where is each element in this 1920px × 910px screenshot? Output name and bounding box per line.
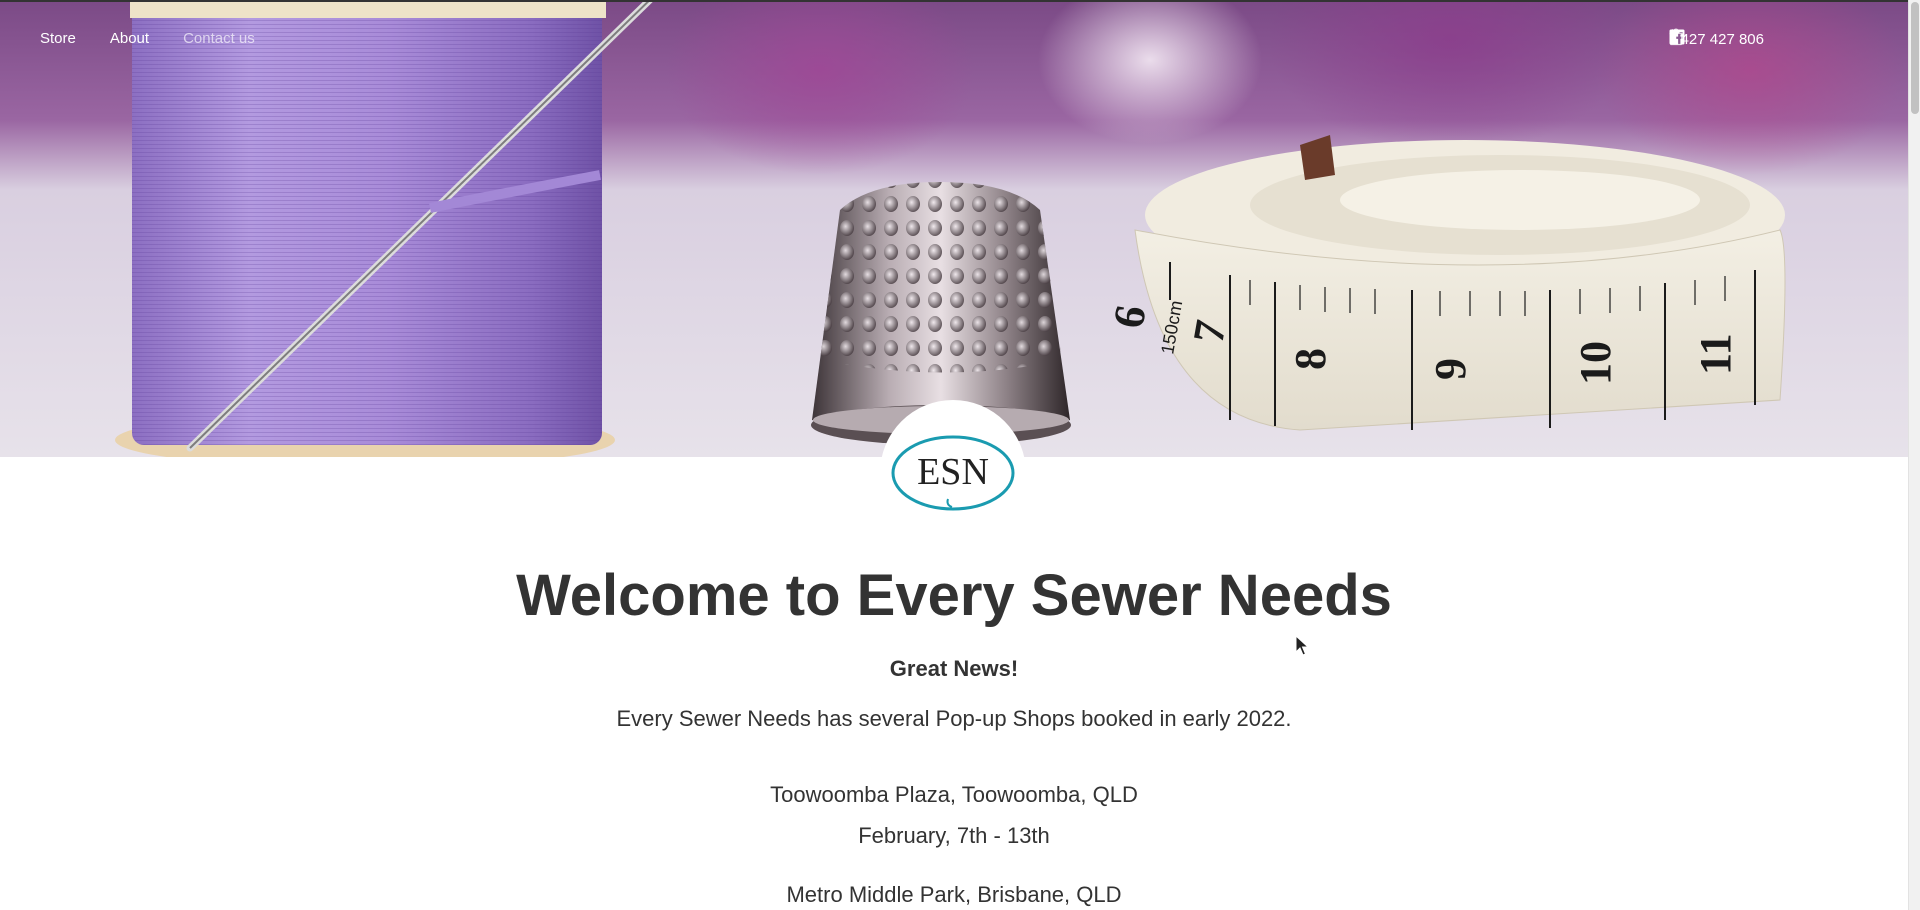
tape-number: 6 bbox=[1104, 302, 1156, 332]
nav-link-about[interactable]: About bbox=[110, 30, 149, 47]
tape-number: 8 bbox=[1286, 348, 1335, 370]
event-item: Toowoomba Plaza, Toowoomba, QLD February… bbox=[0, 774, 1908, 856]
facebook-icon[interactable] bbox=[1669, 28, 1836, 50]
event-location: Metro Middle Park, Brisbane, QLD bbox=[786, 882, 1122, 907]
great-news-heading: Great News! bbox=[889, 656, 1019, 681]
hero-banner: 6 7 8 9 10 11 150cm Store About Contact … bbox=[0, 0, 1908, 457]
nav-link-contact[interactable]: Contact us bbox=[183, 30, 255, 47]
nav-actions: 0427 427 806 bbox=[1668, 28, 1872, 50]
top-nav: Store About Contact us 0427 427 806 bbox=[0, 0, 1908, 80]
site-logo[interactable]: ESN bbox=[880, 400, 1026, 546]
tape-number: 9 bbox=[1426, 358, 1475, 380]
event-dates: February, 7th - 13th bbox=[858, 823, 1050, 848]
esn-logo-mark: ESN bbox=[891, 435, 1015, 511]
scrollbar-thumb[interactable] bbox=[1911, 2, 1919, 114]
main-content: Welcome to Every Sewer Needs Great News!… bbox=[0, 560, 1908, 910]
page-scrollbar[interactable] bbox=[1908, 0, 1920, 910]
page: 6 7 8 9 10 11 150cm Store About Contact … bbox=[0, 0, 1908, 910]
nav-link-store[interactable]: Store bbox=[40, 30, 76, 47]
intro-paragraph: Every Sewer Needs has several Pop-up Sho… bbox=[616, 706, 1292, 731]
nav-links: Store About Contact us bbox=[40, 30, 255, 47]
shopping-bag-icon[interactable] bbox=[1669, 28, 1872, 50]
tape-number: 11 bbox=[1691, 333, 1740, 375]
page-title: Welcome to Every Sewer Needs bbox=[516, 563, 1392, 628]
event-item: Metro Middle Park, Brisbane, QLD bbox=[0, 874, 1908, 910]
logo-text: ESN bbox=[917, 451, 989, 493]
event-location: Toowoomba Plaza, Toowoomba, QLD bbox=[770, 782, 1138, 807]
tape-number: 10 bbox=[1571, 341, 1620, 385]
mouse-cursor-icon bbox=[1295, 635, 1309, 656]
instagram-icon[interactable] bbox=[1669, 28, 1800, 50]
